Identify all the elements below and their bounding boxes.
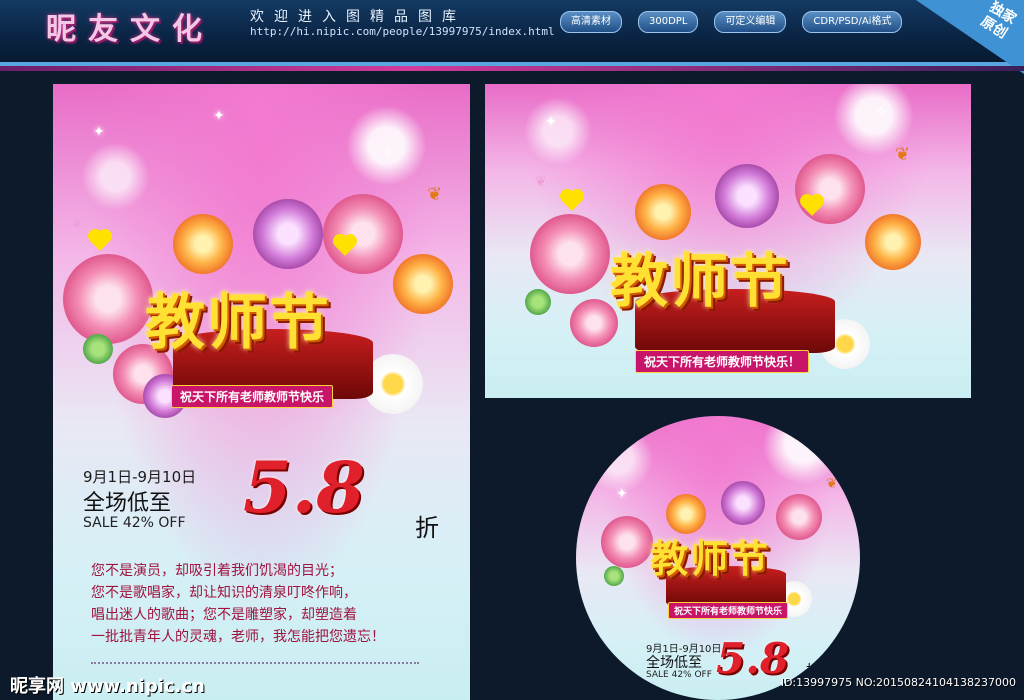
heart-icon [562,191,582,211]
flower-icon [393,254,453,314]
flower-icon [635,184,691,240]
circular-sticker: ✦ ❦ 教师节 祝天下所有老师教师节快乐 9月1日-9月10日 全场低至 SAL… [576,416,860,700]
sale-label: SALE 42% OFF [83,515,186,531]
flower-icon [253,199,323,269]
site-header: 昵友文化 欢迎进入图精品图库 http://hi.nipic.com/peopl… [0,0,1024,74]
site-logo[interactable]: 昵友文化 [46,4,214,48]
sparkle-icon: ✧ [875,104,887,120]
badge-hd: 高清素材 [560,11,622,33]
butterfly-icon: ❦ [71,216,83,232]
butterfly-icon: ❦ [826,476,838,492]
heart-icon [90,231,110,251]
horizontal-banner: ✦ ✧ ❦ ❦ 教师节 祝天下所有老师教师节快乐！ [485,84,971,398]
poster-ribbon: 祝天下所有老师教师节快乐 [171,385,334,408]
butterfly-icon: ❦ [427,184,443,205]
sparkle-icon: ✦ [616,486,628,502]
flower-icon [604,566,624,586]
poster-headline: 教师节 [145,288,331,358]
poem-block: 您不是演员，却吸引着我们饥渴的目光； 您不是歌唱家，却让知识的清泉叮咚作响， 唱… [91,560,461,648]
watermark-logo: 昵享网 www.nipic.cn [10,676,205,697]
flower-icon [776,494,822,540]
poem-line: 您不是歌唱家，却让知识的清泉叮咚作响， [91,585,357,601]
butterfly-icon: ❦ [535,174,547,190]
poem-line: 一批批青年人的灵魂，老师，我怎能把您遗忘！ [91,629,385,645]
sparkle-icon: ✧ [383,144,395,160]
dotted-divider [91,662,419,664]
promo-dates: 9月1日-9月10日 [83,468,197,486]
circle-headline: 教师节 [650,537,771,581]
badge-editable: 可定义编辑 [714,11,787,33]
poem-line: 唱出迷人的歌曲；您不是雕塑家，却塑造着 [91,607,357,623]
banner-ribbon: 祝天下所有老师教师节快乐！ [635,350,810,373]
circle-ribbon: 祝天下所有老师教师节快乐 [668,602,789,619]
circle-sale: SALE 42% OFF [646,670,712,680]
promo-label: 全场低至 [83,491,172,516]
sparkle-icon: ✦ [545,114,557,130]
flower-icon [865,214,921,270]
banner-headline: 教师节 [610,247,791,315]
discount-value: 5.8 [243,446,365,529]
sparkle-icon: ✦ [93,124,105,140]
flower-icon [721,481,765,525]
badge-dpi: 300DPL [638,11,699,33]
butterfly-icon: ❦ [895,144,911,165]
circle-discount-value: 5.8 [716,634,790,683]
flower-icon [715,164,779,228]
circle-promo: 全场低至 [646,655,702,671]
flower-icon [795,154,865,224]
flower-icon [530,214,610,294]
poem-line: 您不是演员，却吸引着我们饥渴的目光； [91,563,343,579]
flower-icon [525,289,551,315]
feature-badges: 高清素材 300DPL 可定义编辑 CDR/PSD/Ai格式 [560,11,903,33]
flower-icon [601,516,653,568]
sparkle-icon: ✦ [213,108,225,124]
flower-icon [83,334,113,364]
vertical-poster: ✦ ✦ ✧ ❦ ❦ 教师节 祝天下所有老师教师节快乐 9月1日-9月10日 全场… [53,84,470,700]
discount-unit: 折 [415,514,439,542]
flower-icon [323,194,403,274]
badge-formats: CDR/PSD/Ai格式 [802,11,903,33]
header-url-link[interactable]: http://hi.nipic.com/people/13997975/inde… [250,25,555,38]
image-id-text: ID:13997975 NO:20150824104138237000 [780,676,1016,689]
flower-icon [63,254,153,344]
flower-icon [173,214,233,274]
header-tagline: 欢迎进入图精品图库 [250,9,466,25]
